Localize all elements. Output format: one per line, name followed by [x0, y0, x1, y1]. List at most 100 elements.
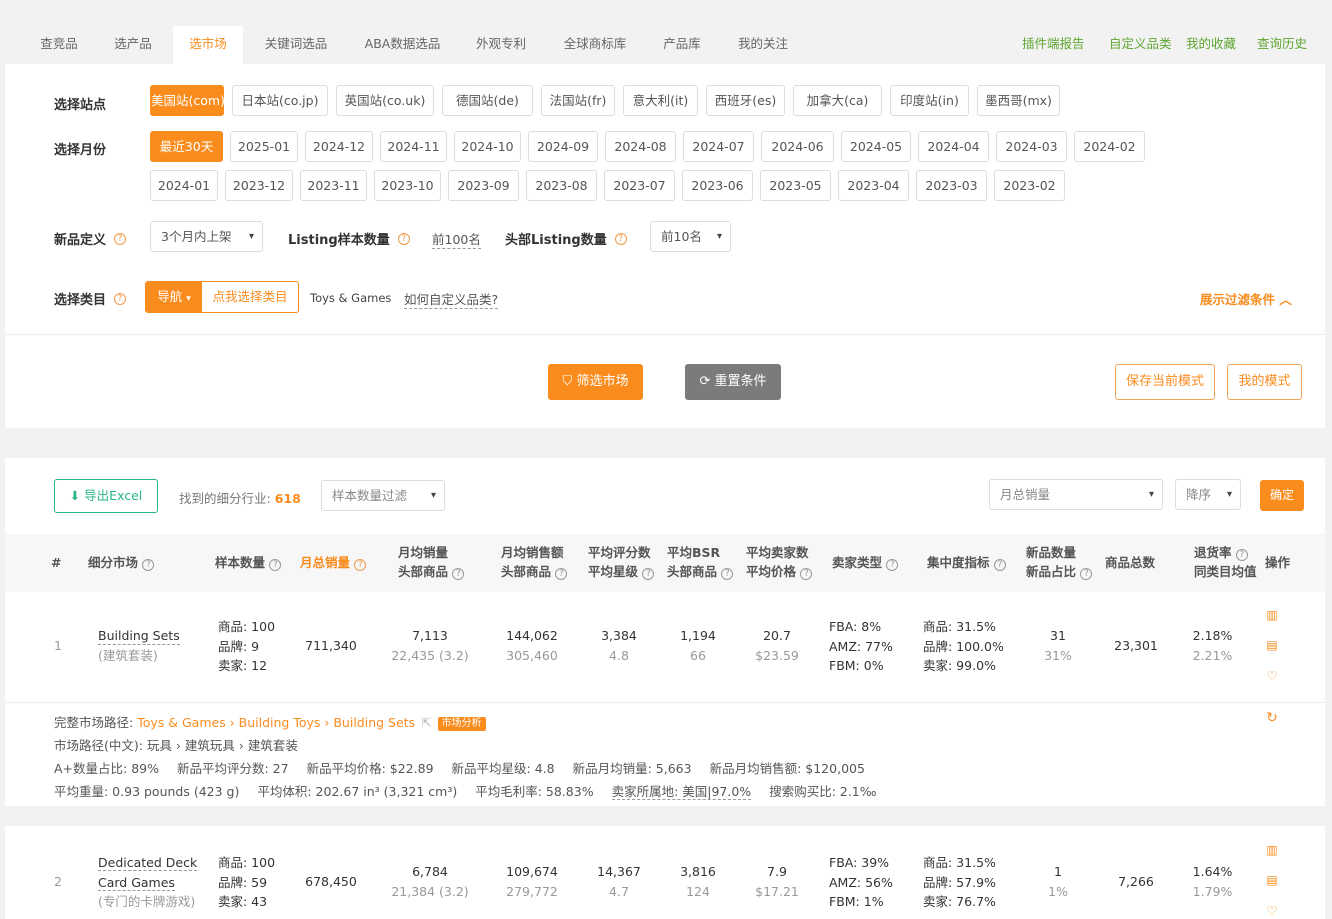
sort-order-select[interactable]: 降序 ▾ — [1175, 479, 1241, 510]
help-icon[interactable]: ? — [721, 568, 734, 580]
col-market[interactable]: 细分市场 ? — [88, 553, 155, 572]
site-chip[interactable]: 墨西哥(mx) — [977, 85, 1060, 116]
sample-filter-select[interactable]: 样本数量过滤 ▾ — [321, 480, 445, 511]
help-icon[interactable]: ? — [1080, 568, 1093, 580]
month-chip[interactable]: 2024-08 — [605, 131, 676, 162]
month-chip[interactable]: 2024-04 — [918, 131, 989, 162]
nav-button[interactable]: 导航 ▾ — [146, 282, 202, 312]
month-chip[interactable]: 2023-02 — [994, 170, 1065, 201]
site-chip[interactable]: 法国站(fr) — [541, 85, 615, 116]
export-excel-button[interactable]: ⬇ 导出Excel — [54, 479, 158, 513]
col-bsr[interactable]: 平均BSR 头部商品 ? — [667, 543, 734, 581]
col-new-products[interactable]: 新品数量 新品占比 ? — [1026, 543, 1093, 581]
help-icon[interactable]: ? — [452, 568, 465, 580]
share-icon[interactable]: ⇱ — [421, 715, 431, 730]
col-avg-sales[interactable]: 月均销量 头部商品 ? — [398, 543, 465, 581]
month-chip[interactable]: 2023-06 — [682, 170, 753, 201]
month-chip[interactable]: 2023-09 — [448, 170, 519, 201]
reset-button[interactable]: ⟳ 重置条件 — [685, 364, 781, 400]
howto-link[interactable]: 如何自定义品类? — [404, 289, 499, 309]
site-chip[interactable]: 西班牙(es) — [706, 85, 785, 116]
month-chip[interactable]: 2024-02 — [1074, 131, 1145, 162]
tab-library[interactable]: 产品库 — [650, 26, 714, 64]
help-icon[interactable]: ? — [555, 568, 568, 580]
col-seller-type[interactable]: 卖家类型 ? — [832, 553, 899, 572]
month-chip[interactable]: 2023-10 — [374, 170, 441, 201]
help-icon[interactable]: ? — [993, 559, 1006, 571]
site-chip[interactable]: 意大利(it) — [623, 85, 698, 116]
site-chip[interactable]: 日本站(co.jp) — [232, 85, 328, 116]
month-chip[interactable]: 2023-04 — [838, 170, 909, 201]
month-chip[interactable]: 2024-07 — [683, 131, 754, 162]
col-returns[interactable]: 退货率 ? 同类目均值 — [1194, 543, 1257, 581]
month-chip[interactable]: 2023-08 — [526, 170, 597, 201]
month-chip[interactable]: 2023-05 — [760, 170, 831, 201]
link-plugin-report[interactable]: 插件端报告 — [1022, 26, 1085, 62]
help-icon[interactable]: ? — [800, 568, 813, 580]
link-history[interactable]: 查询历史 — [1257, 26, 1307, 62]
tab-keyword[interactable]: 关键词选品 — [255, 26, 337, 64]
help-icon[interactable]: ? — [1235, 549, 1248, 561]
tab-market[interactable]: 选市场 — [173, 26, 243, 64]
show-filter-link[interactable]: 展示过滤条件 ︿ — [1200, 289, 1292, 308]
month-chip[interactable]: 2024-03 — [996, 131, 1067, 162]
link-favorites[interactable]: 我的收藏 — [1186, 26, 1236, 62]
help-icon[interactable]: ? — [614, 232, 627, 245]
help-icon[interactable]: ? — [354, 559, 367, 571]
help-icon[interactable]: ? — [114, 232, 127, 245]
month-chip[interactable]: 2024-06 — [761, 131, 834, 162]
month-chip[interactable]: 2024-05 — [841, 131, 911, 162]
col-total-sales[interactable]: 月总销量 ? — [300, 553, 367, 572]
help-icon[interactable]: ? — [269, 559, 282, 571]
heart-icon[interactable]: ♡ — [1265, 904, 1279, 918]
col-sellers[interactable]: 平均卖家数 平均价格 ? — [746, 543, 813, 581]
col-concentration[interactable]: 集中度指标 ? — [927, 553, 1006, 572]
head-select[interactable]: 前10名 ▾ — [650, 221, 731, 252]
tab-trademark[interactable]: 全球商标库 — [555, 26, 635, 64]
save-mode-button[interactable]: 保存当前模式 — [1115, 364, 1215, 400]
market-name-link[interactable]: Building Sets — [98, 627, 180, 645]
help-icon[interactable]: ? — [886, 559, 899, 571]
site-chip[interactable]: 加拿大(ca) — [793, 85, 882, 116]
help-icon[interactable]: ? — [397, 232, 410, 245]
month-chip[interactable]: 2024-11 — [380, 131, 447, 162]
help-icon[interactable]: ? — [114, 292, 127, 305]
month-chip[interactable]: 2023-11 — [300, 170, 367, 201]
stat-seller-origin[interactable]: 卖家所属地: 美国|97.0% — [611, 784, 752, 800]
document-icon[interactable]: ▤ — [1265, 873, 1279, 887]
bar-chart-icon[interactable]: ▥ — [1265, 843, 1279, 857]
col-sample[interactable]: 样本数量 ? — [215, 553, 282, 572]
listing-value[interactable]: 前100名 — [432, 229, 481, 249]
tab-aba[interactable]: ABA数据选品 — [355, 26, 450, 64]
col-rating[interactable]: 平均评分数 平均星级 ? — [588, 543, 655, 581]
newdef-select[interactable]: 3个月内上架 ▾ — [150, 221, 263, 252]
document-icon[interactable]: ▤ — [1265, 638, 1279, 652]
help-icon[interactable]: ? — [142, 559, 155, 571]
month-chip[interactable]: 2025-01 — [230, 131, 298, 162]
market-name-link-2[interactable]: Card Games — [98, 874, 175, 891]
tab-product[interactable]: 选产品 — [99, 26, 167, 64]
tab-competitor[interactable]: 查竞品 — [25, 26, 93, 64]
pick-category-button[interactable]: 点我选择类目 — [202, 282, 298, 312]
filter-market-button[interactable]: ⛉ 筛选市场 — [548, 364, 643, 400]
site-chip[interactable]: 美国站(com) — [150, 85, 225, 116]
help-icon[interactable]: ? — [642, 568, 655, 580]
market-analysis-tag[interactable]: 市场分析 — [437, 716, 486, 731]
site-chip[interactable]: 印度站(in) — [890, 85, 969, 116]
month-chip[interactable]: 最近30天 — [150, 131, 223, 162]
col-avg-revenue[interactable]: 月均销售额 头部商品 ? — [501, 543, 568, 581]
tab-follow[interactable]: 我的关注 — [727, 26, 799, 64]
path-link[interactable]: Toys & Games › Building Toys › Building … — [137, 715, 415, 730]
refresh-icon[interactable]: ↻ — [1265, 711, 1279, 725]
month-chip[interactable]: 2023-12 — [225, 170, 293, 201]
month-chip[interactable]: 2023-07 — [604, 170, 675, 201]
sort-field-select[interactable]: 月总销量 ▾ — [989, 479, 1163, 510]
site-chip[interactable]: 英国站(co.uk) — [336, 85, 434, 116]
tab-patent[interactable]: 外观专利 — [467, 26, 535, 64]
link-custom-category[interactable]: 自定义品类 — [1109, 26, 1172, 62]
month-chip[interactable]: 2024-12 — [305, 131, 373, 162]
market-name-link[interactable]: Dedicated Deck — [98, 855, 198, 871]
heart-icon[interactable]: ♡ — [1265, 669, 1279, 683]
confirm-button[interactable]: 确定 — [1260, 480, 1304, 511]
month-chip[interactable]: 2024-01 — [150, 170, 218, 201]
